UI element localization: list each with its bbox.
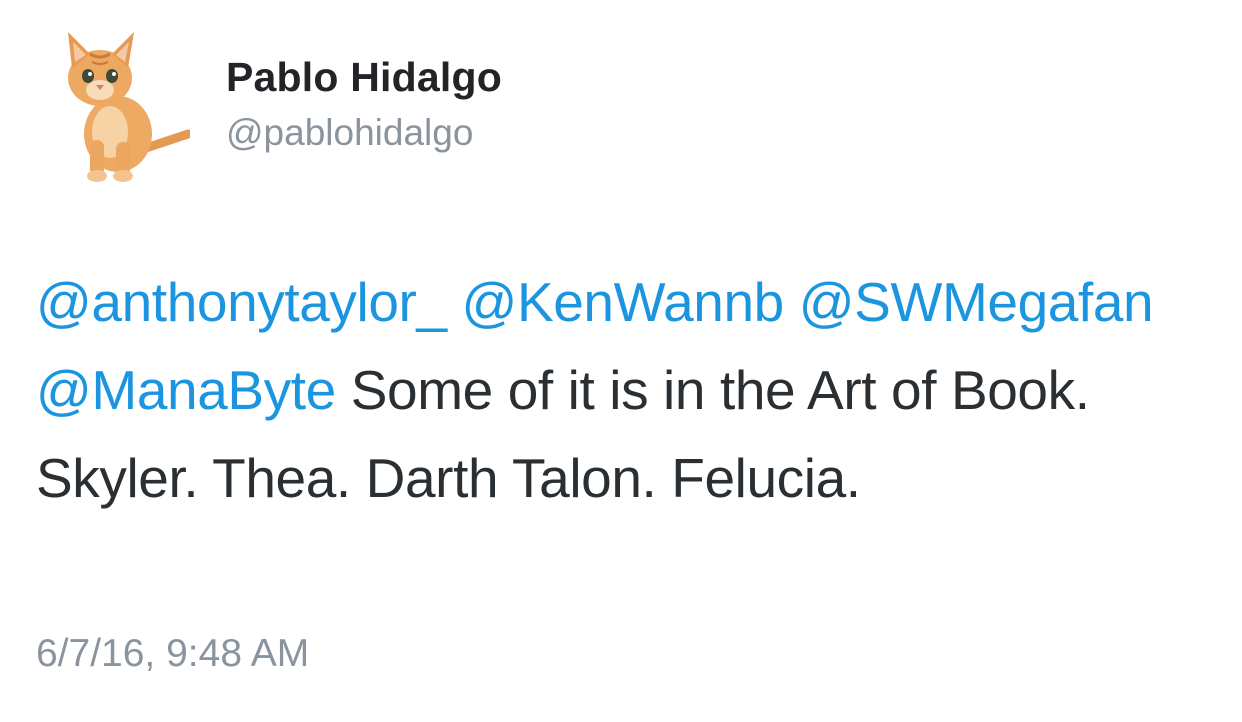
tweet-text: @anthonytaylor_ @KenWannb @SWMegafan @Ma… (36, 258, 1216, 522)
tweet-timestamp: 6/7/16, 9:48 AM (36, 632, 310, 675)
mention-link[interactable]: @SWMegafan (799, 271, 1154, 333)
mention-link[interactable]: @ManaByte (36, 359, 336, 421)
mention-link[interactable]: @anthonytaylor_ (36, 271, 447, 333)
kitten-avatar-icon (68, 32, 190, 182)
user-handle[interactable]: @pablohidalgo (226, 112, 473, 154)
mention-link[interactable]: @KenWannb (462, 271, 785, 333)
user-display-name[interactable]: Pablo Hidalgo (226, 54, 502, 101)
user-avatar[interactable] (30, 22, 190, 188)
